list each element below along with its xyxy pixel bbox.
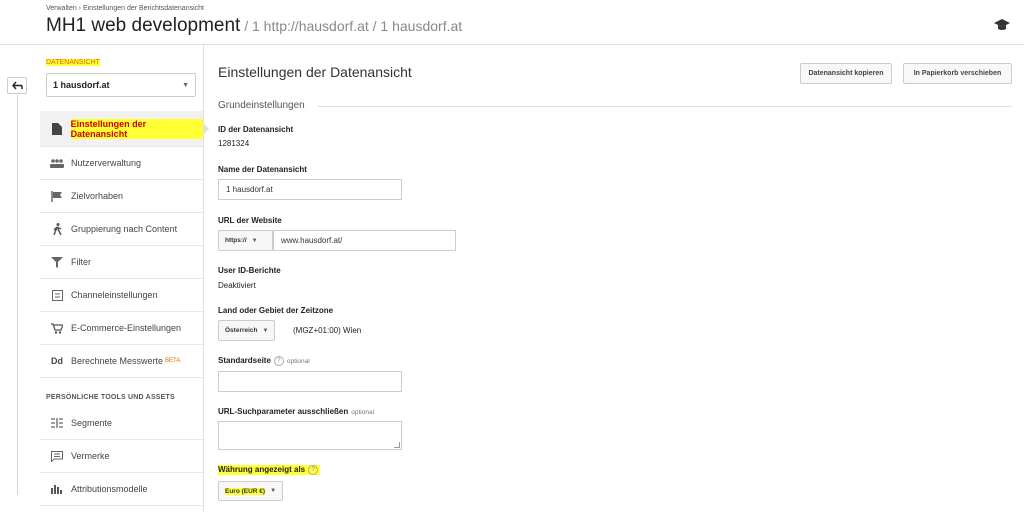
view-name-field[interactable]: 1 hausdorf.at [218, 179, 402, 200]
user-id-label: User ID-Berichte [218, 266, 281, 275]
title-row: MH1 web development / 1 http://hausdorf.… [46, 15, 462, 37]
users-icon [47, 158, 67, 168]
bar-chart-icon [47, 484, 67, 494]
person-walk-icon [47, 223, 67, 235]
protocol-select[interactable]: https:// ▼ [218, 230, 273, 251]
sidebar-item-user-management[interactable]: Nutzerverwaltung [40, 147, 203, 180]
flag-icon [47, 190, 67, 202]
dd-icon: Dd [51, 356, 63, 366]
timezone-select[interactable]: (MGZ+01:00) Wien [293, 326, 361, 335]
sidebar-item-label: Einstellungen der Datenansicht [70, 118, 203, 139]
segments-icon [47, 418, 67, 428]
chevron-down-icon: ▼ [262, 327, 269, 334]
currency-select[interactable]: Euro (EUR €) ▼ [218, 481, 284, 501]
website-url-value: www.hausdorf.at/ [281, 236, 343, 245]
currency-label-text: Währung angezeigt als [218, 465, 306, 475]
sidebar-item-annotations[interactable]: Vermerke [40, 440, 203, 473]
resize-handle[interactable] [394, 442, 400, 448]
cart-icon [47, 322, 67, 334]
page-title: MH1 web development [46, 15, 241, 36]
sidebar-item-label: Channeleinstellungen [71, 290, 158, 300]
rail-line [17, 95, 18, 495]
optional-label: optional [286, 358, 310, 366]
header-divider [0, 44, 1024, 45]
active-pointer [203, 123, 209, 135]
currency-value: Euro (EUR €) [225, 487, 266, 495]
country-select[interactable]: Österreich ▼ [218, 320, 276, 341]
view-name-label: Name der Datenansicht [218, 165, 307, 174]
default-page-field[interactable] [218, 371, 402, 392]
document-icon [47, 122, 67, 135]
default-page-label-text: Standardseite [218, 356, 271, 366]
sidebar-item-label: Segmente [71, 418, 113, 428]
sidebar-item-label: Berechnete Messwerte [71, 356, 164, 366]
view-id-value: 1281324 [218, 139, 250, 148]
comment-icon [47, 450, 67, 462]
back-arrow-icon [11, 81, 23, 90]
country-value: Österreich [225, 327, 258, 334]
title-separator: / [240, 18, 252, 34]
exclude-params-label-text: URL-Suchparameter ausschließen [218, 407, 349, 416]
collapse-sidebar-button[interactable] [7, 77, 27, 94]
filter-icon [47, 256, 67, 268]
copy-view-button[interactable]: Datenansicht kopieren [800, 63, 892, 84]
sidebar-item-calculated-metrics[interactable]: Dd Berechnete Messwerte BETA [40, 345, 203, 378]
tools-heading: PERSÖNLICHE TOOLS UND ASSETS [46, 394, 175, 401]
default-page-label: Standardseite? optional [218, 356, 310, 366]
view-select-value: 1 hausdorf.at [53, 80, 110, 90]
sidebar-item-label: Zielvorhaben [71, 191, 124, 201]
view-section-label: DATENANSICHT [46, 59, 100, 66]
view-select[interactable]: 1 hausdorf.at ▼ [46, 73, 196, 97]
view-crumb[interactable]: 1 hausdorf.at [380, 18, 462, 34]
sidebar-item-content-grouping[interactable]: Gruppierung nach Content [40, 213, 203, 246]
move-to-trash-button[interactable]: In Papierkorb verschieben [903, 63, 1012, 84]
section-divider [318, 106, 1012, 107]
academy-cap-icon[interactable] [994, 18, 1010, 32]
exclude-params-label: URL-Suchparameter ausschließen optional [218, 407, 374, 416]
protocol-value: https:// [225, 237, 247, 244]
sidebar-item-label: Attributionsmodelle [71, 484, 148, 494]
user-id-value: Deaktiviert [218, 281, 256, 290]
settings-title: Einstellungen der Datenansicht [218, 64, 412, 80]
beta-badge: BETA [165, 358, 181, 364]
timezone-label: Land oder Gebiet der Zeitzone [218, 306, 334, 315]
help-icon[interactable]: ? [273, 356, 284, 366]
basic-settings-heading: Grundeinstellungen [218, 100, 305, 111]
content-divider [203, 45, 204, 512]
exclude-params-field[interactable] [218, 421, 402, 450]
chevron-down-icon: ▼ [182, 81, 189, 89]
sidebar-item-filter[interactable]: Filter [40, 246, 203, 279]
sidebar-item-attribution-models[interactable]: Attributionsmodelle [40, 473, 203, 506]
sidebar-item-ecommerce[interactable]: E-Commerce-Einstellungen [40, 312, 203, 345]
channel-icon [47, 289, 67, 301]
sidebar-item-channel-settings[interactable]: Channeleinstellungen [40, 279, 203, 312]
chevron-down-icon: ▼ [251, 237, 258, 244]
sidebar-item-label: Nutzerverwaltung [71, 158, 142, 168]
view-id-label: ID der Datenansicht [218, 125, 294, 134]
help-icon[interactable]: ? [308, 465, 319, 475]
breadcrumb[interactable]: Verwalten › Einstellungen der Berichtsda… [46, 5, 204, 12]
website-url-field[interactable]: www.hausdorf.at/ [273, 230, 456, 251]
sidebar-item-label: E-Commerce-Einstellungen [71, 323, 182, 333]
sidebar-item-view-settings[interactable]: Einstellungen der Datenansicht [40, 111, 203, 147]
chevron-down-icon: ▼ [270, 488, 277, 494]
view-name-value: 1 hausdorf.at [226, 185, 273, 194]
website-url-label: URL der Website [218, 216, 282, 225]
sidebar-item-segments[interactable]: Segmente [40, 407, 203, 440]
sidebar-item-label: Vermerke [71, 451, 110, 461]
currency-label: Währung angezeigt als? [218, 465, 321, 475]
sidebar-item-label: Filter [71, 257, 91, 267]
sidebar-item-label: Gruppierung nach Content [71, 224, 178, 234]
optional-label: optional [351, 409, 375, 416]
account-crumb[interactable]: 1 http://hausdorf.at [252, 18, 369, 34]
sidebar-item-goals[interactable]: Zielvorhaben [40, 180, 203, 213]
title-separator: / [368, 18, 381, 34]
